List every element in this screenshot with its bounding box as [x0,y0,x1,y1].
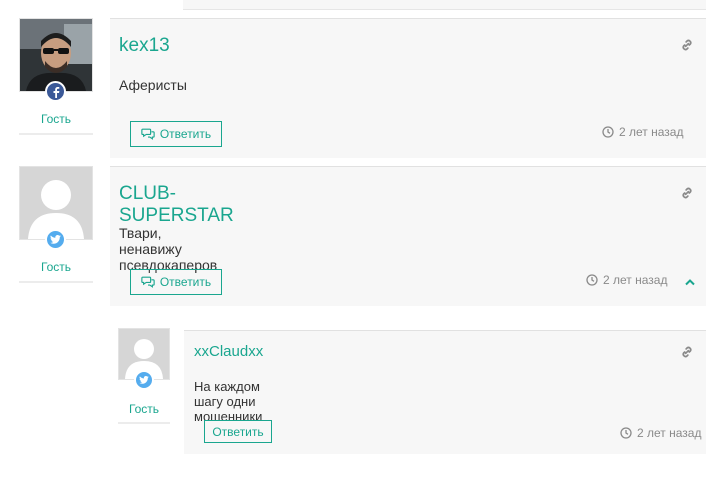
chevron-up-icon[interactable] [684,276,696,288]
reply-button[interactable]: Ответить [130,121,222,147]
reply-button[interactable]: Ответить [130,269,222,295]
comment-text: На каждом шагу одни мошенники [194,379,263,424]
clock-icon [602,126,614,138]
twitter-icon [45,229,66,250]
user-role: Гость [40,260,72,274]
time-label: 2 лет назад [603,273,668,287]
comment-time: 2 лет назад [620,426,701,440]
link-icon[interactable] [680,38,694,52]
clock-icon [586,274,598,286]
user-role: Гость [128,402,160,416]
comment-author[interactable]: xxClaudxx [194,343,263,360]
comment-author[interactable]: kex13 [119,35,170,57]
link-icon[interactable] [680,186,694,200]
previous-comment-card-edge [183,0,706,10]
reply-button[interactable]: Ответить [204,420,272,443]
comment-time: 2 лет назад [602,125,683,139]
reply-label: Ответить [212,424,264,439]
divider [19,133,93,135]
link-icon[interactable] [680,345,694,359]
user-role: Гость [40,112,72,126]
time-label: 2 лет назад [619,125,684,139]
divider [19,281,93,283]
comment-text: Твари, ненавижу псевдокаперов [119,225,218,273]
twitter-icon [134,370,154,390]
comments-icon [141,128,155,140]
divider [118,422,170,424]
reply-label: Ответить [159,127,212,141]
time-label: 2 лет назад [637,426,702,440]
reply-label: Ответить [159,275,212,289]
comment-author[interactable]: CLUB-SUPERSTAR [119,183,234,227]
facebook-icon [45,81,66,102]
clock-icon [620,427,632,439]
comments-icon [141,276,155,288]
comment-text: Аферисты [119,77,187,93]
comment-time: 2 лет назад [586,273,667,287]
